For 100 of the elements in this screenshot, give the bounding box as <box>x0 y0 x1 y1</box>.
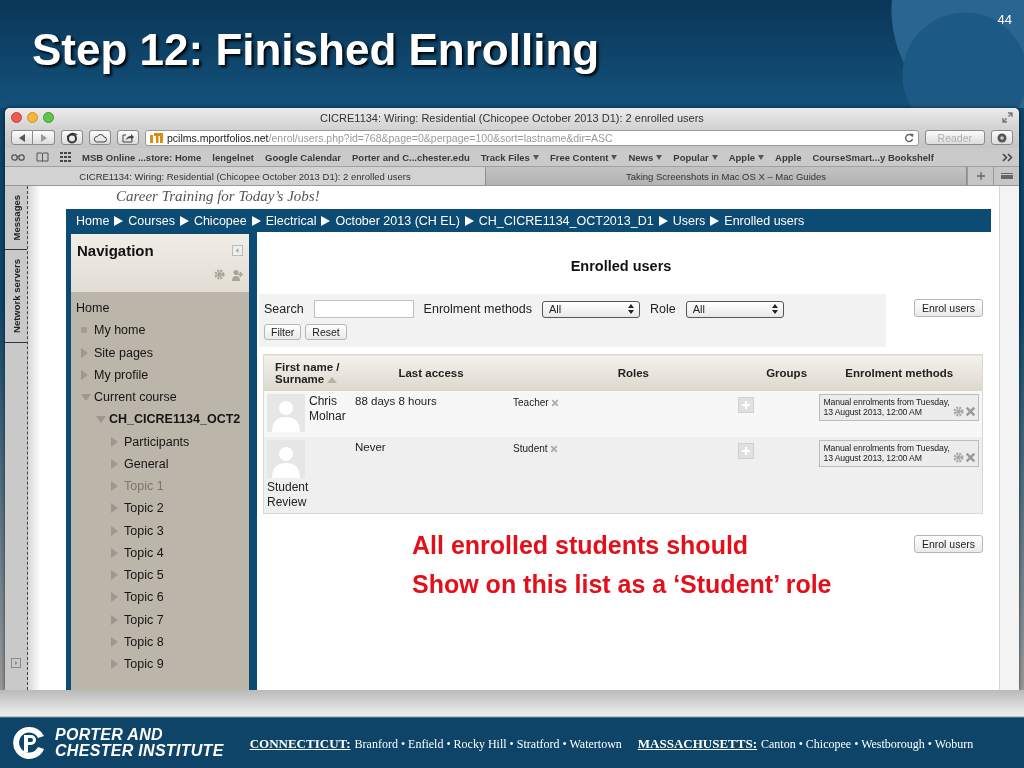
nav-link[interactable]: Home <box>76 297 110 320</box>
nav-link[interactable]: Topic 5 <box>124 564 164 587</box>
back-button[interactable] <box>11 130 33 145</box>
circle-icon[interactable] <box>997 132 1007 143</box>
breadcrumb-link[interactable]: October 2013 (CH EL) <box>335 213 460 228</box>
bookmark-item[interactable]: Track Files <box>480 151 539 163</box>
reading-list-icon[interactable] <box>11 153 25 161</box>
nav-link[interactable]: Participants <box>124 430 190 453</box>
breadcrumb-link[interactable]: Enrolled users <box>724 213 805 228</box>
fullscreen-button[interactable] <box>1002 112 1013 123</box>
collapsed-arrow-icon[interactable] <box>111 458 118 469</box>
breadcrumb-link[interactable]: CH_CICRE1134_OCT2013_D1 <box>478 213 654 228</box>
reload-icon[interactable] <box>903 132 914 143</box>
collapsed-arrow-icon[interactable] <box>111 547 118 558</box>
scrollbar[interactable] <box>999 186 1019 690</box>
plus-icon[interactable] <box>976 172 985 180</box>
nav-link[interactable]: Site pages <box>94 341 154 364</box>
filter-button[interactable]: Filter <box>264 324 302 340</box>
delete-icon[interactable] <box>965 452 976 463</box>
add-role-button[interactable] <box>737 397 754 413</box>
new-tab-button[interactable] <box>967 167 993 185</box>
remove-icon[interactable] <box>550 398 559 407</box>
cloud-icon[interactable] <box>93 132 107 143</box>
breadcrumb-link[interactable]: Chicopee <box>193 213 247 228</box>
forward-button[interactable] <box>33 130 55 145</box>
enrol-users-button[interactable]: Enrol users <box>913 299 983 317</box>
nav-link[interactable]: Topic 3 <box>124 519 164 542</box>
delete-icon[interactable] <box>965 406 976 417</box>
bookmarks-icon[interactable] <box>36 152 49 162</box>
nav-link[interactable]: Topic 6 <box>124 586 164 609</box>
add-user-icon[interactable] <box>231 269 243 281</box>
column-header[interactable]: Roles <box>510 354 757 391</box>
bookmark-item[interactable]: Popular <box>673 151 718 163</box>
collapsed-arrow-icon[interactable] <box>111 436 118 447</box>
side-tab[interactable]: Network servers <box>10 259 22 334</box>
bookmark-item[interactable]: Apple <box>728 151 765 163</box>
share-icon[interactable] <box>122 132 134 143</box>
dock-button[interactable] <box>232 245 243 256</box>
bookmark-item[interactable]: Google Calendar <box>265 151 341 163</box>
sidebar-toggle-icon[interactable] <box>11 658 21 668</box>
collapsed-arrow-icon[interactable] <box>111 503 118 514</box>
forward-arrow-icon[interactable] <box>40 133 47 142</box>
column-header[interactable]: Last access <box>352 354 511 391</box>
back-arrow-icon[interactable] <box>18 133 26 142</box>
bookmark-item[interactable]: Free Content <box>549 151 618 163</box>
nav-link[interactable]: Topic 4 <box>124 541 164 564</box>
breadcrumb-link[interactable]: Home <box>76 213 110 228</box>
nav-link[interactable]: My home <box>94 319 146 342</box>
filter-button[interactable]: Reset <box>305 324 347 340</box>
bookmark-item[interactable]: lengelnet <box>212 151 254 163</box>
side-tab[interactable]: Messages <box>10 195 22 241</box>
select-field[interactable]: All <box>685 300 784 318</box>
browser-tab[interactable]: CICRE1134: Wiring: Residential (Chicopee October 2013 D1): 2 enrolled users <box>5 167 486 185</box>
browser-tab[interactable]: Taking Screenshots in Mac OS X – Mac Guides <box>486 167 967 185</box>
bookmark-item[interactable]: News <box>628 151 663 163</box>
share-button[interactable] <box>117 130 139 145</box>
remove-icon[interactable] <box>549 444 558 453</box>
collapsed-arrow-icon[interactable] <box>111 636 118 647</box>
extension-button[interactable] <box>61 130 83 145</box>
collapsed-arrow-icon[interactable] <box>111 525 118 536</box>
column-header[interactable]: First name / Surname <box>263 354 352 391</box>
nav-link[interactable]: Topic 8 <box>124 630 164 653</box>
collapsed-arrow-icon[interactable] <box>111 570 118 581</box>
collapsed-arrow-icon[interactable] <box>111 659 118 670</box>
more-bookmarks-button[interactable] <box>1002 152 1013 162</box>
bookmark-item[interactable]: MSB Online ...store: Home <box>82 151 202 163</box>
column-header[interactable]: Enrolment methods <box>816 354 983 391</box>
bookmark-item[interactable]: Apple <box>775 151 802 163</box>
breadcrumb-link[interactable]: Courses <box>128 213 175 228</box>
enrol-users-button[interactable]: Enrol users <box>913 535 983 553</box>
minimize-button[interactable] <box>27 112 38 123</box>
expanded-arrow-icon[interactable] <box>96 415 106 423</box>
nav-link[interactable]: CH_CICRE1134_OCT2 <box>109 408 241 431</box>
nav-link[interactable]: Topic 2 <box>124 497 164 520</box>
nav-link[interactable]: Topic 7 <box>124 608 164 631</box>
bookmark-item[interactable]: CourseSmart...y Bookshelf <box>812 151 934 163</box>
nav-link[interactable]: My profile <box>94 363 149 386</box>
breadcrumb-link[interactable]: Electrical <box>265 213 317 228</box>
gear-icon[interactable] <box>953 452 964 463</box>
gear-icon[interactable] <box>953 406 964 417</box>
nav-link[interactable]: Current course <box>94 386 177 409</box>
gear-icon[interactable] <box>214 269 225 280</box>
collapsed-arrow-icon[interactable] <box>81 347 88 358</box>
collapsed-arrow-icon[interactable] <box>81 369 88 380</box>
select-field[interactable]: All <box>542 300 640 318</box>
close-button[interactable] <box>11 112 22 123</box>
bookmark-item[interactable]: Porter and C...chester.edu <box>352 151 470 163</box>
tab-list-icon[interactable] <box>1000 173 1013 179</box>
icloud-tabs-button[interactable] <box>89 130 111 145</box>
zoom-button[interactable] <box>43 112 54 123</box>
collapsed-arrow-icon[interactable] <box>111 614 118 625</box>
nav-link[interactable]: Topic 9 <box>124 653 164 676</box>
nav-link[interactable]: General <box>124 452 169 475</box>
collapsed-arrow-icon[interactable] <box>111 592 118 603</box>
globe-icon[interactable] <box>66 131 78 144</box>
column-header[interactable]: Groups <box>756 354 817 391</box>
tab-list-button[interactable] <box>993 167 1019 185</box>
search-field[interactable] <box>313 300 414 318</box>
downloads-button[interactable] <box>991 130 1013 145</box>
breadcrumb-link[interactable]: Users <box>672 213 706 228</box>
